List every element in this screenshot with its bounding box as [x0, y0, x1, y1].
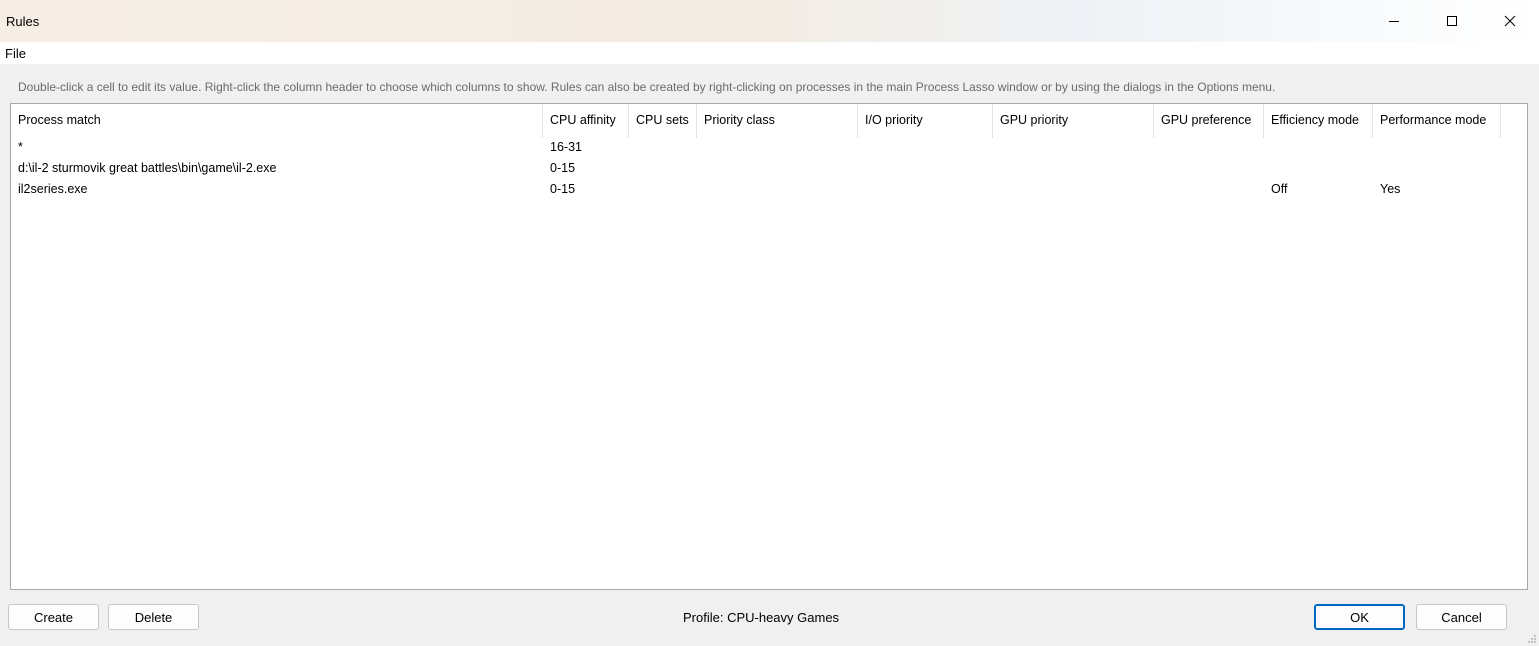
cell-efficiency-mode[interactable]	[1264, 137, 1373, 158]
minimize-button[interactable]	[1365, 0, 1423, 42]
cell-priority-class[interactable]	[697, 137, 858, 158]
column-header-performance-mode[interactable]: Performance mode	[1373, 104, 1501, 138]
table-header: Process match CPU affinity CPU sets Prio…	[11, 104, 1501, 138]
cell-gpu-preference[interactable]	[1154, 137, 1264, 158]
close-button[interactable]	[1481, 0, 1539, 42]
column-header-cpu-sets[interactable]: CPU sets	[629, 104, 697, 138]
title-bar[interactable]: Rules	[0, 0, 1539, 42]
cell-efficiency-mode[interactable]: Off	[1264, 179, 1373, 200]
cell-performance-mode[interactable]	[1373, 137, 1501, 158]
cell-performance-mode[interactable]	[1373, 158, 1501, 179]
cell-process-match[interactable]: d:\il-2 sturmovik great battles\bin\game…	[11, 158, 543, 179]
cell-io-priority[interactable]	[858, 158, 993, 179]
column-header-efficiency-mode[interactable]: Efficiency mode	[1264, 104, 1373, 138]
cell-gpu-preference[interactable]	[1154, 158, 1264, 179]
rules-table[interactable]: Process match CPU affinity CPU sets Prio…	[10, 103, 1528, 590]
menu-file[interactable]: File	[5, 46, 26, 61]
cancel-button[interactable]: Cancel	[1416, 604, 1507, 630]
cell-gpu-priority[interactable]	[993, 158, 1154, 179]
delete-button[interactable]: Delete	[108, 604, 199, 630]
menu-bar: File	[0, 42, 1539, 64]
cell-priority-class[interactable]	[697, 179, 858, 200]
cell-priority-class[interactable]	[697, 158, 858, 179]
cell-process-match[interactable]: il2series.exe	[11, 179, 543, 200]
cell-efficiency-mode[interactable]	[1264, 158, 1373, 179]
window-title: Rules	[6, 14, 40, 29]
cell-io-priority[interactable]	[858, 179, 993, 200]
cell-gpu-priority[interactable]	[993, 137, 1154, 158]
cell-cpu-sets[interactable]	[629, 158, 697, 179]
cell-cpu-sets[interactable]	[629, 179, 697, 200]
minimize-icon	[1389, 21, 1399, 22]
maximize-icon	[1447, 16, 1457, 26]
maximize-button[interactable]	[1423, 0, 1481, 42]
instructions-text: Double-click a cell to edit its value. R…	[18, 80, 1276, 94]
table-row[interactable]: il2series.exe 0-15 Off Yes	[11, 179, 1501, 200]
profile-label: Profile: CPU-heavy Games	[683, 610, 840, 625]
cell-cpu-affinity[interactable]: 16-31	[543, 137, 629, 158]
cell-gpu-priority[interactable]	[993, 179, 1154, 200]
cell-cpu-affinity[interactable]: 0-15	[543, 158, 629, 179]
table-row[interactable]: * 16-31	[11, 137, 1501, 158]
column-header-gpu-preference[interactable]: GPU preference	[1154, 104, 1264, 138]
column-header-process-match[interactable]: Process match	[11, 104, 543, 138]
column-header-gpu-priority[interactable]: GPU priority	[993, 104, 1154, 138]
close-icon	[1504, 15, 1516, 27]
ok-button[interactable]: OK	[1314, 604, 1405, 630]
cell-gpu-preference[interactable]	[1154, 179, 1264, 200]
column-header-io-priority[interactable]: I/O priority	[858, 104, 993, 138]
column-header-priority-class[interactable]: Priority class	[697, 104, 858, 138]
create-button[interactable]: Create	[8, 604, 99, 630]
cell-performance-mode[interactable]: Yes	[1373, 179, 1501, 200]
cell-cpu-affinity[interactable]: 0-15	[543, 179, 629, 200]
cell-io-priority[interactable]	[858, 137, 993, 158]
cell-cpu-sets[interactable]	[629, 137, 697, 158]
column-header-cpu-affinity[interactable]: CPU affinity	[543, 104, 629, 138]
cell-process-match[interactable]: *	[11, 137, 543, 158]
table-row[interactable]: d:\il-2 sturmovik great battles\bin\game…	[11, 158, 1501, 179]
resize-grip-icon[interactable]	[1527, 634, 1537, 644]
